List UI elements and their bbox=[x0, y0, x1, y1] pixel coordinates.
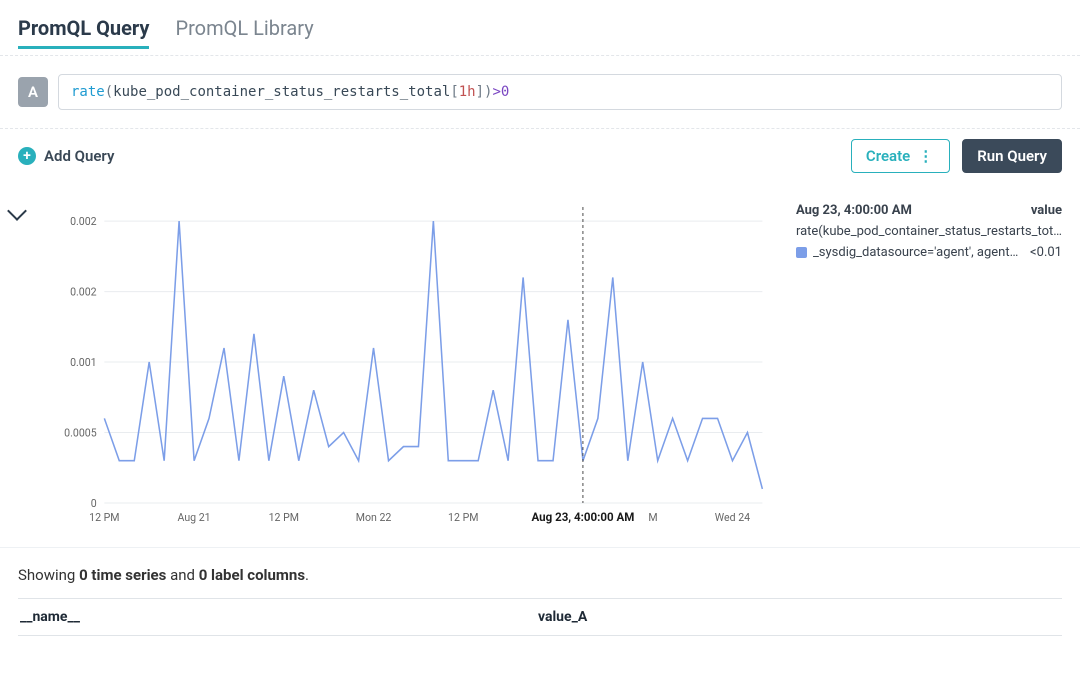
legend-series-row[interactable]: _sysdig_datasource='agent', agent… <0.01 bbox=[796, 245, 1062, 260]
chart-row: 0 0.0005 0.001 0.002 0.002 12 PM Aug 21 12 PM M… bbox=[0, 185, 1080, 537]
chevron-down-icon[interactable] bbox=[7, 201, 27, 221]
col-value-header[interactable]: value_A bbox=[538, 609, 587, 625]
series-swatch-icon bbox=[796, 247, 807, 258]
svg-text:M: M bbox=[648, 511, 657, 524]
svg-text:Aug 21: Aug 21 bbox=[177, 511, 210, 524]
svg-text:Mon 22: Mon 22 bbox=[356, 511, 392, 524]
legend-value-header: value bbox=[1031, 203, 1062, 218]
line-chart[interactable]: 0 0.0005 0.001 0.002 0.002 12 PM Aug 21 12 PM M… bbox=[37, 197, 772, 537]
token-bracket-close: ] bbox=[476, 84, 484, 100]
token-bracket-open: [ bbox=[450, 84, 458, 100]
results-footer: Showing 0 time series and 0 label column… bbox=[0, 547, 1080, 654]
summary-pre: Showing bbox=[18, 566, 79, 584]
col-name-header[interactable]: __name__ bbox=[18, 609, 538, 625]
token-metric: kube_pod_container_status_restarts_total bbox=[113, 84, 450, 100]
legend-series-label: _sysdig_datasource='agent', agent… bbox=[813, 245, 1018, 260]
token-rhs: 0 bbox=[501, 84, 509, 100]
create-label: Create bbox=[866, 147, 910, 165]
tab-promql-library[interactable]: PromQL Library bbox=[175, 16, 313, 49]
add-query-button[interactable]: + Add Query bbox=[18, 147, 114, 165]
run-query-button[interactable]: Run Query bbox=[962, 139, 1062, 173]
summary-timeseries: 0 time series bbox=[79, 566, 166, 584]
chart-legend: Aug 23, 4:00:00 AM value rate(kube_pod_c… bbox=[772, 197, 1062, 537]
summary-post: . bbox=[305, 566, 309, 584]
token-range: 1h bbox=[459, 84, 476, 100]
results-table-header: __name__ value_A bbox=[18, 598, 1062, 636]
svg-text:Wed 24: Wed 24 bbox=[715, 511, 750, 524]
svg-text:12 PM: 12 PM bbox=[448, 511, 478, 524]
legend-timestamp: Aug 23, 4:00:00 AM bbox=[796, 203, 912, 218]
query-section: A rate(kube_pod_container_status_restart… bbox=[0, 55, 1080, 128]
svg-text:0.002: 0.002 bbox=[70, 285, 97, 298]
svg-text:12 PM: 12 PM bbox=[89, 511, 119, 524]
svg-text:0.001: 0.001 bbox=[70, 356, 97, 369]
svg-text:0.002: 0.002 bbox=[70, 215, 97, 228]
query-badge-a: A bbox=[18, 77, 48, 107]
svg-text:0.0005: 0.0005 bbox=[64, 426, 96, 439]
token-function: rate bbox=[71, 84, 105, 100]
legend-series-long: rate(kube_pod_container_status_restarts_… bbox=[796, 224, 1062, 239]
svg-text:Aug 23, 4:00:00 AM: Aug 23, 4:00:00 AM bbox=[531, 510, 634, 524]
legend-series-value: <0.01 bbox=[1030, 245, 1062, 260]
token-operator: > bbox=[492, 84, 500, 100]
run-query-label: Run Query bbox=[977, 147, 1047, 165]
kebab-icon: ⋮ bbox=[918, 147, 935, 165]
summary-mid: and bbox=[166, 566, 198, 584]
actions-row: + Add Query Create ⋮ Run Query bbox=[0, 128, 1080, 185]
plus-icon: + bbox=[18, 147, 36, 165]
create-button[interactable]: Create ⋮ bbox=[851, 139, 950, 173]
results-summary: Showing 0 time series and 0 label column… bbox=[18, 566, 1062, 584]
svg-text:0: 0 bbox=[91, 497, 97, 510]
token-paren-open: ( bbox=[105, 84, 113, 100]
token-paren-close: ) bbox=[484, 84, 492, 100]
svg-text:12 PM: 12 PM bbox=[269, 511, 299, 524]
tabs: PromQL Query PromQL Library bbox=[0, 0, 1080, 55]
tab-promql-query[interactable]: PromQL Query bbox=[18, 16, 149, 49]
add-query-label: Add Query bbox=[44, 147, 114, 165]
summary-labelcols: 0 label columns bbox=[199, 566, 305, 584]
query-input[interactable]: rate(kube_pod_container_status_restarts_… bbox=[58, 74, 1062, 110]
